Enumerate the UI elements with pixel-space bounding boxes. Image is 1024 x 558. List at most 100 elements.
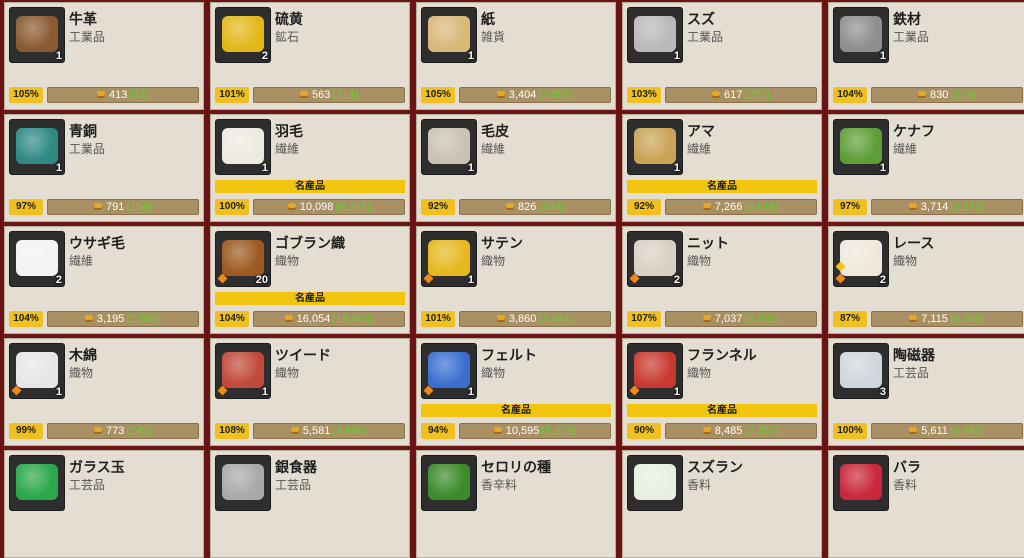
price-bar: 3,404 (3,052) <box>459 87 611 103</box>
goods-card-celery-seed[interactable]: セロリの種 香辛料 <box>416 450 616 558</box>
price-value: 7,266 <box>714 201 743 213</box>
goods-card-kenaf[interactable]: 1 ケナフ 繊維 97% 3,714 (3,173) <box>828 114 1024 222</box>
goods-name: 紙 <box>481 12 495 28</box>
profit-value: (3,173) <box>950 201 986 213</box>
quantity-count: 1 <box>673 50 680 62</box>
profit-value: (6,618) <box>744 201 780 213</box>
goods-category: 織物 <box>893 254 918 268</box>
goods-thumbnail: 1 <box>215 343 271 399</box>
cotton-icon <box>16 352 58 388</box>
goods-card-leather[interactable]: 1 牛革 工業品 105% 413 (53) <box>4 2 204 110</box>
goods-card-paper[interactable]: 1 紙雑貨 105% 3,404 (3,052) <box>416 2 616 110</box>
goods-category: 織物 <box>275 366 300 380</box>
goods-thumbnail: 1 <box>9 7 65 63</box>
goods-card-gobelin[interactable]: 20 ゴブラン織 織物 名産品 104% 16,054 (14,463) <box>210 226 410 334</box>
price-percent-badge: 99% <box>9 423 43 439</box>
quantity-count: 1 <box>879 50 886 62</box>
goods-name: 鉄材 <box>893 12 921 28</box>
price-percent-badge: 103% <box>627 87 661 103</box>
price-percent-badge: 92% <box>421 199 455 215</box>
price-bar: 830 (328) <box>871 87 1023 103</box>
goods-thumbnail: 1 <box>215 119 271 175</box>
flax-icon <box>634 128 676 164</box>
profit-value: (6,202) <box>744 313 780 325</box>
paper-icon <box>428 16 470 52</box>
goods-name: ゴブラン織 <box>275 236 345 252</box>
goods-category: 織物 <box>69 366 94 380</box>
goods-card-lily-of-the-valley[interactable]: スズラン 香料 <box>622 450 822 558</box>
quantity-count: 1 <box>467 162 474 174</box>
goods-card-felt[interactable]: 1 フェルト 織物 名産品 94% 10,595 (9,628) <box>416 338 616 446</box>
goods-thumbnail: 1 <box>421 231 477 287</box>
price-value: 791 <box>105 201 125 213</box>
goods-name: ケナフ <box>893 124 935 140</box>
price-percent-badge: 107% <box>627 311 661 327</box>
coin-icon <box>496 91 505 98</box>
goods-thumbnail <box>215 455 271 511</box>
goods-thumbnail: 2 <box>215 7 271 63</box>
goods-thumbnail <box>421 455 477 511</box>
profit-value: (242) <box>126 425 153 437</box>
coin-icon <box>505 203 514 210</box>
price-bar: 3,195 (2,854) <box>47 311 199 327</box>
price-percent-badge: 87% <box>833 311 867 327</box>
goods-card-tweed[interactable]: 1 ツイード 織物 108% 5,581 (4,956) <box>210 338 410 446</box>
goods-card-iron-bar[interactable]: 1 鉄材 工業品 104% 830 (328) <box>828 2 1024 110</box>
goods-category: 織物 <box>687 366 712 380</box>
goods-thumbnail: 1 <box>627 119 683 175</box>
flannel-icon <box>634 352 676 388</box>
goods-card-fur[interactable]: 1 毛皮 繊維 92% 826 (433) <box>416 114 616 222</box>
price-percent-badge: 105% <box>421 87 455 103</box>
lily-of-the-valley-icon <box>634 464 676 500</box>
goods-card-sulfur[interactable]: 2 硫黄 鉱石 101% 563 (214) <box>210 2 410 110</box>
price-percent-badge: 100% <box>833 423 867 439</box>
price-bar: 791 (154) <box>47 199 199 215</box>
price-bar: 7,115 (6,068) <box>871 311 1023 327</box>
goods-card-feather[interactable]: 1 羽毛 繊維 名産品 100% 10,098 (9,268) <box>210 114 410 222</box>
goods-card-silverware[interactable]: 銀食器 工芸品 <box>210 450 410 558</box>
coin-icon <box>493 427 502 434</box>
bronze-ingot-icon <box>16 128 58 164</box>
goods-card-flax[interactable]: 1 アマ 繊維 名産品 92% 7,266 (6,618) <box>622 114 822 222</box>
goods-name: スズラン <box>687 460 743 476</box>
goods-thumbnail: 1 <box>9 343 65 399</box>
price-value: 7,037 <box>714 313 743 325</box>
coin-icon <box>93 427 102 434</box>
goods-card-cotton[interactable]: 1 木綿 織物 99% 773 (242) <box>4 338 204 446</box>
coin-icon <box>496 315 505 322</box>
goods-card-flannel[interactable]: 1 フランネル 織物 名産品 90% 8,485 (7,357) <box>622 338 822 446</box>
price-bar: 563 (214) <box>253 87 405 103</box>
coin-icon <box>93 203 102 210</box>
price-value: 3,860 <box>508 313 537 325</box>
quantity-count: 2 <box>55 274 62 286</box>
goods-card-rose[interactable]: バラ 香料 <box>828 450 1024 558</box>
goods-card-glass-bead[interactable]: ガラス玉 工芸品 <box>4 450 204 558</box>
price-bar: 3,860 (3,454) <box>459 311 611 327</box>
goods-thumbnail: 20 <box>215 231 271 287</box>
goods-card-knit[interactable]: 2 ニット 織物 107% 7,037 (6,202) <box>622 226 822 334</box>
quantity-count: 1 <box>673 386 680 398</box>
price-value: 826 <box>517 201 537 213</box>
leather-icon <box>16 16 58 52</box>
goods-category: 工芸品 <box>275 478 312 492</box>
price-percent-badge: 101% <box>215 87 249 103</box>
price-bar: 8,485 (7,357) <box>665 423 817 439</box>
goods-card-bronze-ingot[interactable]: 1 青銅 工業品 97% 791 (154) <box>4 114 204 222</box>
goods-category: 工業品 <box>687 30 724 44</box>
goods-card-tin-ingot[interactable]: 1 スズ 工業品 103% 617 (235) <box>622 2 822 110</box>
goods-card-lace[interactable]: 2 レース 織物 87% 7,115 (6,068) <box>828 226 1024 334</box>
goods-name: 毛皮 <box>481 124 509 140</box>
goods-category: 繊維 <box>69 254 94 268</box>
gobelin-icon <box>222 240 264 276</box>
goods-card-satin[interactable]: 1 サテン 織物 101% 3,860 (3,454) <box>416 226 616 334</box>
goods-card-porcelain[interactable]: 3 陶磁器 工芸品 100% 5,611 (4,882) <box>828 338 1024 446</box>
tweed-icon <box>222 352 264 388</box>
goods-name: ツイード <box>275 348 331 364</box>
price-bar: 5,611 (4,882) <box>871 423 1023 439</box>
price-value: 7,115 <box>921 313 948 325</box>
goods-card-rabbit[interactable]: 2 ウサギ毛 繊維 104% 3,195 (2,854) <box>4 226 204 334</box>
price-percent-badge: 101% <box>421 311 455 327</box>
price-percent-badge: 104% <box>833 87 867 103</box>
price-bar: 5,581 (4,956) <box>253 423 405 439</box>
profit-value: (14,463) <box>332 313 374 325</box>
